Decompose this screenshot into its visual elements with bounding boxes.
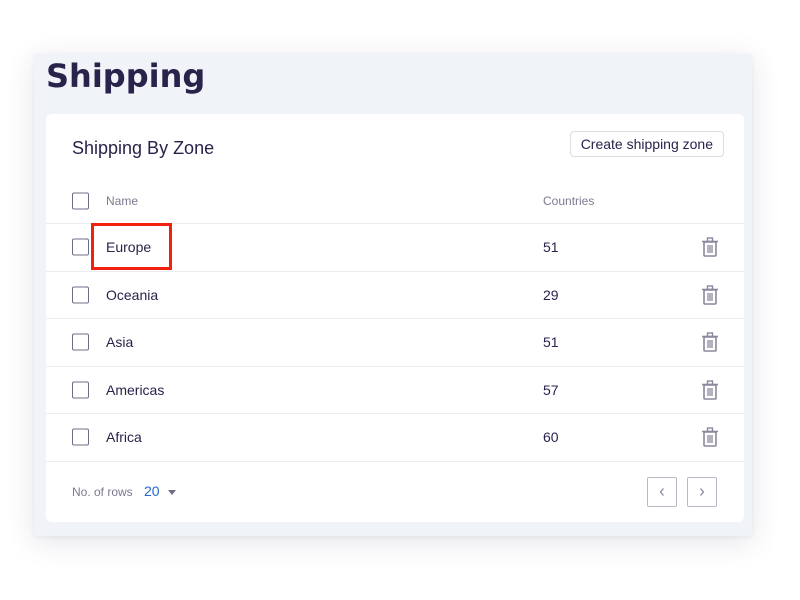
shipping-zones-table: Name Countries Europe 51 Oceania 29 Asia… [46, 178, 744, 462]
row-checkbox[interactable] [72, 428, 89, 446]
table-row[interactable]: Europe 51 [46, 223, 744, 272]
zone-countries-count: 60 [543, 429, 559, 446]
zone-name[interactable]: Europe [106, 239, 151, 255]
card-title: Shipping By Zone [72, 138, 215, 158]
row-checkbox[interactable] [72, 381, 89, 399]
trash-icon[interactable] [701, 237, 719, 258]
column-header-countries[interactable]: Countries [543, 194, 594, 208]
row-checkbox[interactable] [72, 333, 89, 351]
zone-name[interactable]: Africa [106, 429, 142, 445]
page-title: Shipping [46, 57, 206, 95]
caret-down-icon[interactable] [168, 490, 176, 495]
trash-icon[interactable] [701, 380, 719, 400]
next-page-button[interactable] [687, 477, 717, 507]
trash-icon[interactable] [701, 285, 719, 305]
zone-countries-count: 51 [543, 334, 559, 351]
column-header-name[interactable]: Name [106, 194, 138, 208]
chevron-left-icon [659, 488, 664, 496]
trash-icon[interactable] [701, 332, 719, 353]
zone-name[interactable]: Asia [106, 334, 133, 350]
chevron-right-icon [700, 488, 705, 496]
rows-per-page-label: No. of rows [72, 485, 133, 499]
rows-per-page-select[interactable]: 20 [144, 483, 160, 499]
shipping-page: Shipping Shipping By Zone Create shippin… [34, 54, 752, 536]
zone-name[interactable]: Americas [106, 382, 164, 398]
select-all-checkbox[interactable] [72, 192, 89, 209]
previous-page-button[interactable] [647, 477, 677, 507]
table-footer: No. of rows 20 [46, 470, 744, 522]
table-row[interactable]: Oceania 29 [46, 272, 744, 319]
table-row[interactable]: Americas 57 [46, 367, 744, 414]
shipping-zones-card: Shipping By Zone Create shipping zone Na… [46, 114, 744, 522]
row-checkbox[interactable] [72, 286, 89, 304]
zone-countries-count: 57 [543, 381, 559, 398]
table-row[interactable]: Asia 51 [46, 319, 744, 367]
table-row[interactable]: Africa 60 [46, 414, 744, 462]
row-checkbox[interactable] [72, 238, 89, 256]
zone-countries-count: 51 [543, 239, 559, 256]
trash-icon[interactable] [701, 427, 719, 448]
zone-name[interactable]: Oceania [106, 287, 158, 303]
table-header: Name Countries [46, 178, 744, 224]
create-shipping-zone-button[interactable]: Create shipping zone [569, 131, 724, 157]
zone-countries-count: 29 [543, 286, 559, 303]
